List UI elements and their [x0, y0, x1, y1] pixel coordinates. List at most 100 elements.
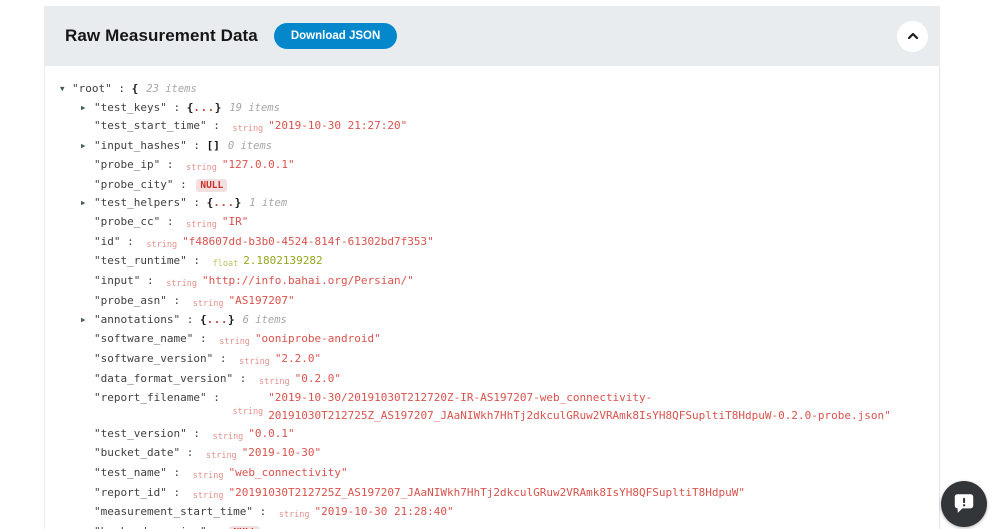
page: Raw Measurement Data Download JSON ▼"roo…: [0, 0, 1000, 529]
json-value: "0.0.1": [248, 427, 294, 440]
json-value: "f48607dd-b3b0-4524-814f-61302bd7f353": [182, 235, 434, 248]
json-row-data_format_version: "data_format_version" : string"0.2.0": [59, 370, 921, 390]
items-count: 1 item: [249, 197, 287, 209]
json-row-probe_city: "probe_city" : NULL: [59, 176, 921, 195]
json-row-test_helpers: ▶ "test_helpers" : {...} 1 item: [59, 194, 921, 213]
colon-separator: :: [187, 254, 207, 267]
type-label-string: string: [146, 240, 177, 250]
json-row-measurement_start_time: "measurement_start_time" : string"2019-1…: [59, 503, 921, 523]
colon-separator: :: [180, 313, 200, 326]
json-row-annotations: ▶ "annotations" : {...} 6 items: [59, 311, 921, 330]
json-tree-viewer: ▼ "root" : {23 items ▶ "test_keys" : {...} 1…: [59, 80, 921, 529]
json-key: "test_runtime": [94, 254, 187, 267]
json-key: "probe_ip": [94, 158, 160, 171]
download-json-button[interactable]: Download JSON: [274, 23, 397, 49]
collapsed-object[interactable]: {...}: [187, 101, 222, 114]
expand-arrow-icon[interactable]: ▶: [81, 137, 86, 155]
json-key[interactable]: "input_hashes": [94, 139, 187, 152]
expand-arrow-icon[interactable]: ▶: [81, 311, 86, 329]
colon-separator: :: [121, 235, 141, 248]
json-key[interactable]: "test_helpers": [94, 196, 187, 209]
colon-separator: :: [167, 466, 187, 479]
json-key: "bucket_date": [94, 446, 180, 459]
items-count: 19 items: [229, 102, 280, 114]
json-row-report_filename: "report_filename" : string"2019-10-30/20…: [59, 389, 921, 424]
json-value: "2019-10-30 21:27:20": [268, 119, 407, 132]
json-key: "report_filename": [94, 389, 207, 424]
colon-separator: :: [193, 332, 213, 345]
json-key: "input": [94, 274, 140, 287]
json-value: "20191030T212725Z_AS197207_JAaNIWkh7HhTj…: [228, 486, 745, 499]
json-key: "test_version": [94, 427, 187, 440]
card-body: ▼ "root" : {23 items ▶ "test_keys" : {...} 1…: [44, 66, 940, 529]
items-count: 6 items: [243, 314, 287, 326]
open-brace: {: [132, 82, 139, 95]
json-row-test_start_time: "test_start_time" : string "2019-10-30 21…: [59, 117, 921, 137]
json-key: "data_format_version": [94, 372, 233, 385]
json-key[interactable]: "root": [72, 82, 112, 95]
type-label-string: string: [193, 491, 224, 501]
type-label-string: string: [213, 432, 244, 442]
colon-separator: :: [140, 274, 160, 287]
json-key: "probe_cc": [94, 215, 160, 228]
type-label-string: string: [232, 124, 263, 134]
colon-separator: :: [167, 294, 187, 307]
json-key: "backend_version": [94, 525, 207, 529]
colon-separator: :: [233, 372, 253, 385]
json-value: "web_connectivity": [228, 466, 347, 479]
type-label-string: string: [206, 451, 237, 461]
json-row-id: "id" : string"f48607dd-b3b0-4524-814f-61…: [59, 233, 921, 253]
json-value: "0.2.0": [295, 372, 341, 385]
json-value: "http://info.bahai.org/Persian/": [202, 274, 414, 287]
json-row-input: "input" : string "http://info.bahai.org/P…: [59, 272, 921, 292]
json-value: "2019-10-30/20191030T212720Z-IR-AS197207…: [268, 389, 916, 424]
json-key: "software_version": [94, 352, 213, 365]
json-value: 2.1802139282: [243, 254, 322, 267]
json-row-software_name: "software_name" : string"ooniprobe-andro…: [59, 330, 921, 350]
type-label-string: string: [166, 279, 197, 289]
colon-separator: :: [207, 525, 227, 529]
null-badge: NULL: [196, 179, 227, 192]
colon-separator: :: [207, 119, 227, 132]
json-key: "test_start_time": [94, 119, 207, 132]
json-row-probe_ip: "probe_ip" : string"127.0.0.1": [59, 156, 921, 176]
items-count: 0 items: [228, 140, 272, 152]
collapsed-array[interactable]: []: [207, 139, 220, 152]
json-value: "AS197207": [228, 294, 294, 307]
expand-arrow-icon[interactable]: ▶: [81, 99, 86, 117]
colon-separator: :: [173, 178, 193, 191]
json-value: "IR": [222, 215, 249, 228]
feedback-button[interactable]: [941, 481, 987, 527]
json-value: "2019-10-30 21:28:40": [315, 505, 454, 518]
colon-separator: :: [253, 505, 273, 518]
json-key: "software_name": [94, 332, 193, 345]
type-label-string: string: [193, 299, 224, 309]
collapse-section-button[interactable]: [897, 21, 928, 52]
expand-arrow-icon[interactable]: ▶: [81, 194, 86, 212]
json-row-software_version: "software_version" : string"2.2.0": [59, 350, 921, 370]
json-key: "probe_asn": [94, 294, 167, 307]
colon-separator: :: [187, 196, 207, 209]
ellipsis: ...: [213, 196, 234, 209]
json-key: "probe_city": [94, 178, 173, 191]
type-label-string: string: [239, 357, 270, 367]
json-row-probe_cc: "probe_cc" : string"IR": [59, 213, 921, 233]
feedback-chat-icon: [951, 491, 977, 517]
type-label-string: string: [193, 471, 224, 481]
json-row-report_id: "report_id" : string"20191030T212725Z_AS…: [59, 484, 921, 504]
json-row-test_version: "test_version" : string"0.0.1": [59, 425, 921, 445]
ellipsis: ...: [193, 101, 214, 114]
type-label-float: float: [213, 259, 239, 269]
collapsed-object[interactable]: {...}: [207, 196, 242, 209]
collapse-arrow-icon[interactable]: ▼: [60, 80, 65, 98]
json-key[interactable]: "annotations": [94, 313, 180, 326]
json-value: "2019-10-30": [242, 446, 321, 459]
colon-separator: :: [207, 389, 227, 424]
colon-separator: :: [160, 215, 180, 228]
items-count: 23 items: [146, 83, 197, 95]
json-key[interactable]: "test_keys": [94, 101, 167, 114]
colon-separator: :: [160, 158, 180, 171]
collapsed-object[interactable]: {...}: [200, 313, 235, 326]
json-value: "ooniprobe-android": [255, 332, 381, 345]
colon-separator: :: [187, 139, 207, 152]
